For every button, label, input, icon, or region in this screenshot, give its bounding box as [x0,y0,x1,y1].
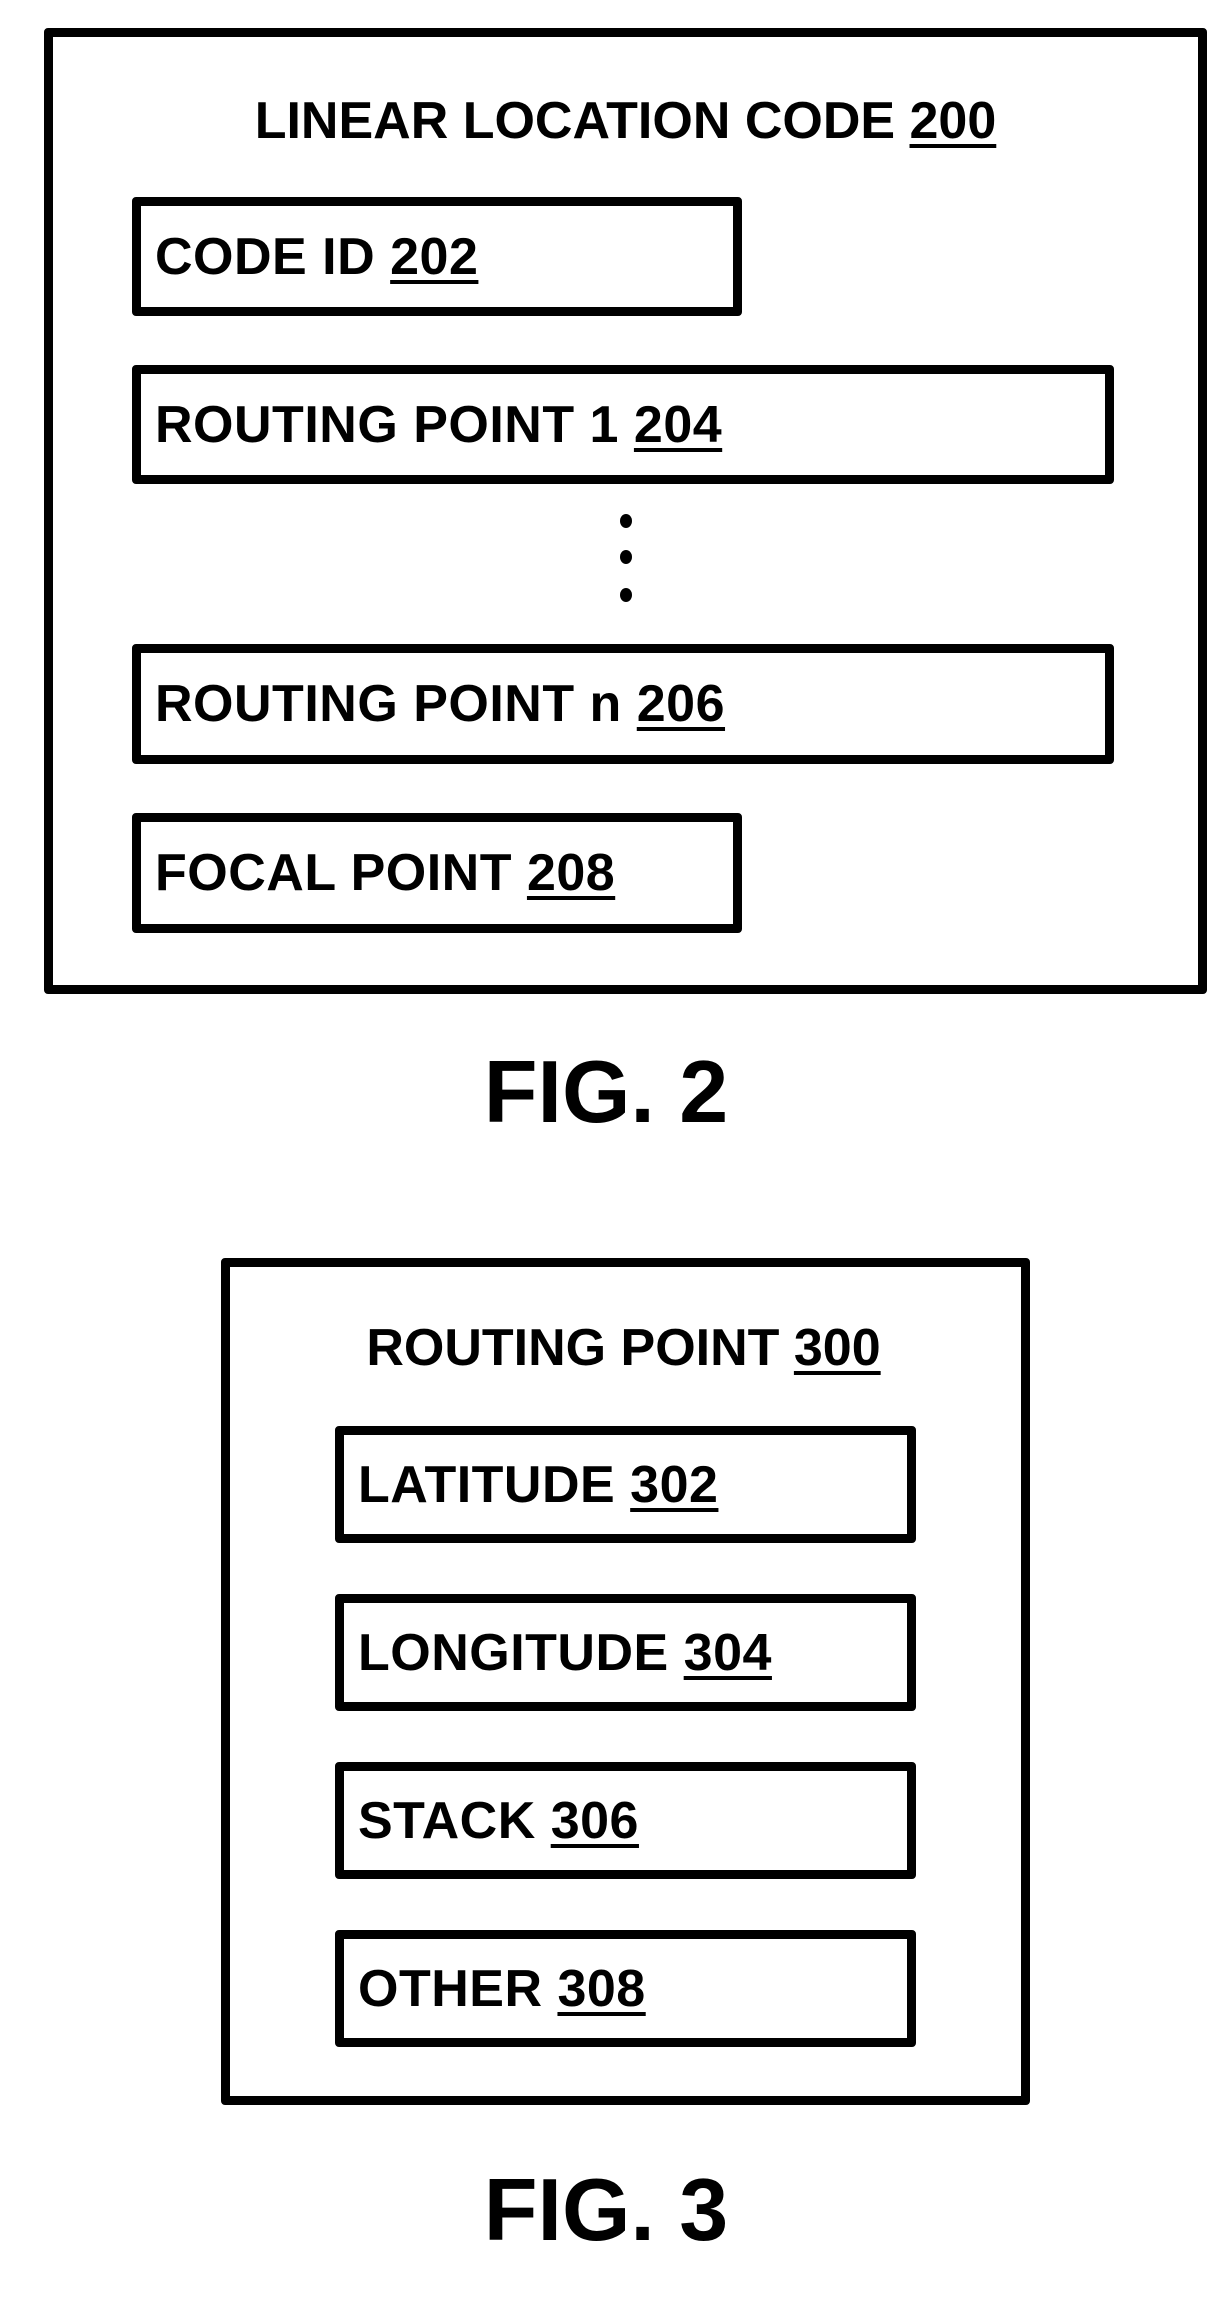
code-id-field: CODE ID 202 [132,197,742,316]
reference-numeral: 304 [683,1623,772,1682]
stack-field: STACK 306 [335,1762,916,1879]
ellipsis-dot [620,514,632,528]
routing-point-title: ROUTING POINT 300 [366,1319,881,1377]
routing-point-n-field: ROUTING POINT n 206 [132,644,1114,764]
reference-numeral: 202 [390,227,479,286]
reference-numeral: 306 [550,1791,639,1850]
reference-numeral: 308 [557,1959,646,2018]
other-field: OTHER 308 [335,1930,916,2047]
reference-numeral: 206 [636,675,726,733]
ellipsis-dot [620,550,632,564]
figure-3-caption: FIG. 3 [483,2160,729,2259]
longitude-field: LONGITUDE 304 [335,1594,916,1711]
ellipsis-dot [620,588,632,602]
routing-point-1-field: ROUTING POINT 1 204 [132,365,1114,484]
reference-numeral: 208 [526,844,616,902]
figure-2-caption: FIG. 2 [483,1042,729,1141]
reference-numeral: 300 [793,1319,881,1377]
linear-location-code-title: LINEAR LOCATION CODE 200 [254,92,997,150]
focal-point-field: FOCAL POINT 208 [132,813,742,933]
reference-numeral: 200 [909,92,997,150]
reference-numeral: 302 [630,1455,719,1514]
reference-numeral: 204 [633,395,723,454]
latitude-field: LATITUDE 302 [335,1426,916,1543]
